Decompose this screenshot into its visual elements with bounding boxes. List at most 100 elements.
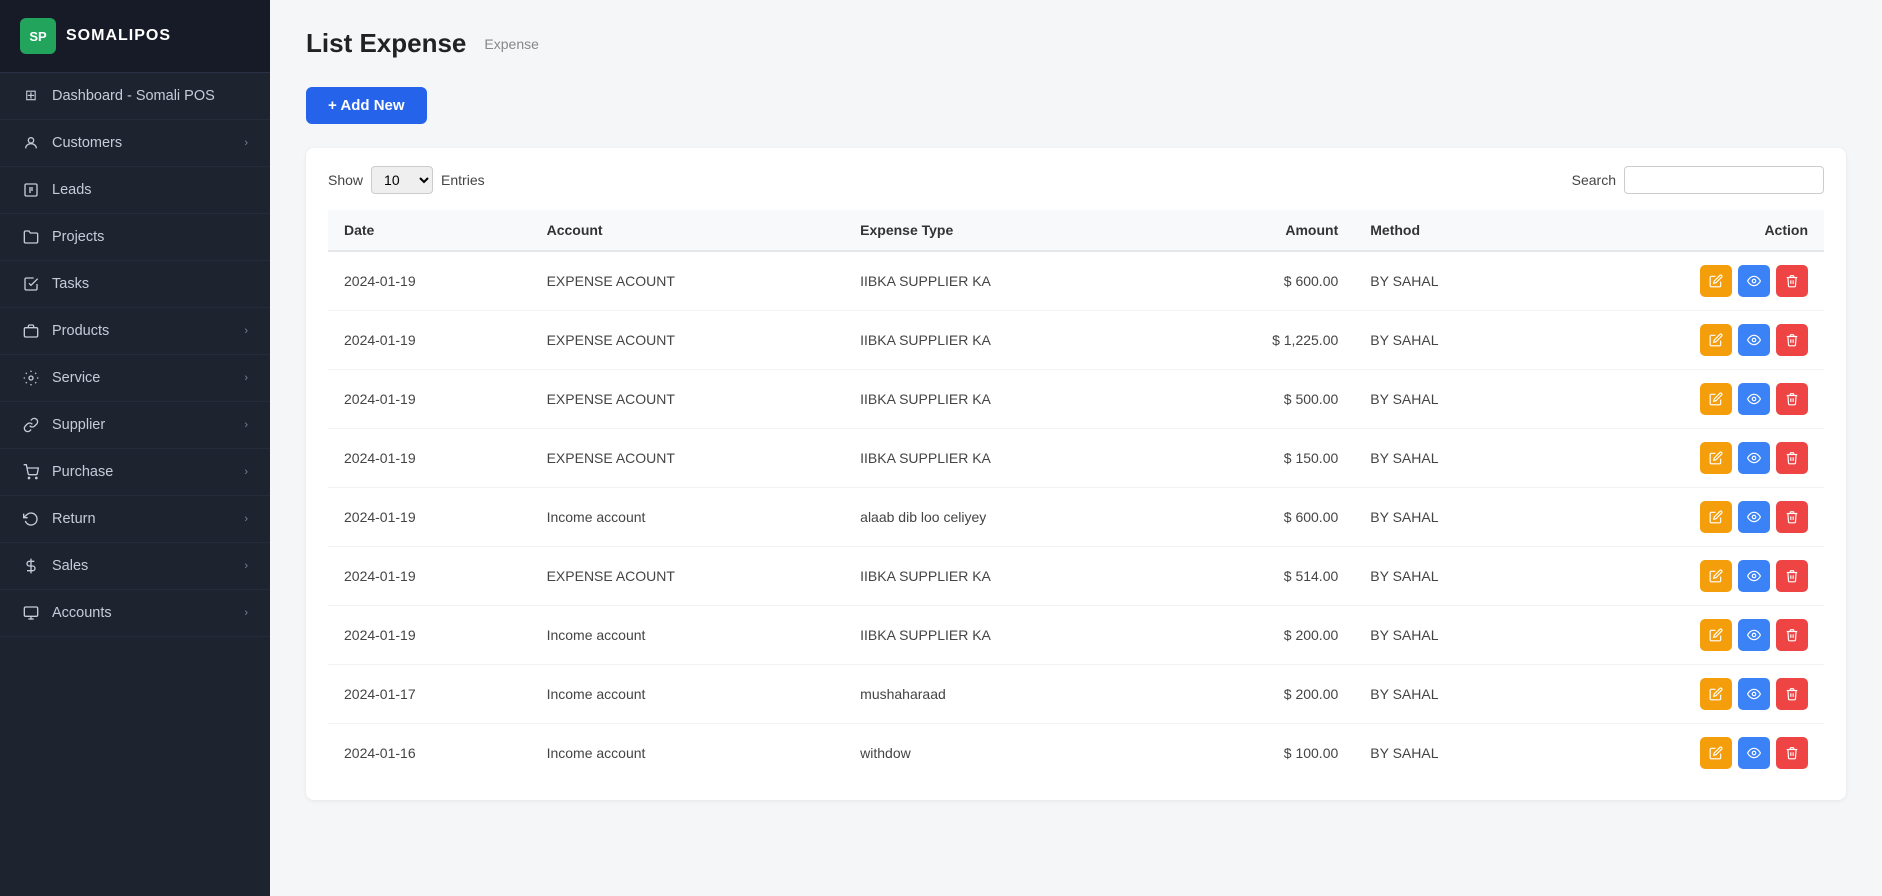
col-amount: Amount <box>1162 210 1354 251</box>
sidebar-item-projects[interactable]: Projects <box>0 214 270 261</box>
cell-amount: $ 514.00 <box>1162 547 1354 606</box>
main-content: List Expense Expense + Add New Show 10 2… <box>270 0 1882 896</box>
cell-actions <box>1550 606 1824 665</box>
sidebar-label-customers: Customers <box>52 135 122 151</box>
view-button[interactable] <box>1738 737 1770 769</box>
chevron-right-icon: › <box>244 607 248 619</box>
table-row: 2024-01-19 EXPENSE ACOUNT IIBKA SUPPLIER… <box>328 429 1824 488</box>
view-button[interactable] <box>1738 383 1770 415</box>
entries-label: Entries <box>441 172 485 188</box>
edit-button[interactable] <box>1700 442 1732 474</box>
cell-date: 2024-01-19 <box>328 488 531 547</box>
edit-button[interactable] <box>1700 619 1732 651</box>
view-button[interactable] <box>1738 324 1770 356</box>
chevron-right-icon: › <box>244 513 248 525</box>
cell-actions <box>1550 547 1824 606</box>
sidebar-item-sales[interactable]: Sales › <box>0 543 270 590</box>
sidebar: SP SOMALIPOS ⊞ Dashboard - Somali POS Cu… <box>0 0 270 896</box>
delete-button[interactable] <box>1776 265 1808 297</box>
edit-button[interactable] <box>1700 324 1732 356</box>
sidebar-item-dashboard[interactable]: ⊞ Dashboard - Somali POS <box>0 73 270 120</box>
edit-button[interactable] <box>1700 383 1732 415</box>
products-icon <box>22 322 40 340</box>
cell-amount: $ 200.00 <box>1162 665 1354 724</box>
table-row: 2024-01-16 Income account withdow $ 100.… <box>328 724 1824 783</box>
search-label: Search <box>1572 172 1616 188</box>
sidebar-item-purchase[interactable]: Purchase › <box>0 449 270 496</box>
sales-icon <box>22 557 40 575</box>
sidebar-item-tasks[interactable]: Tasks <box>0 261 270 308</box>
leads-icon <box>22 181 40 199</box>
delete-button[interactable] <box>1776 383 1808 415</box>
cell-expense-type: IIBKA SUPPLIER KA <box>844 251 1162 311</box>
cell-account: Income account <box>531 606 845 665</box>
view-button[interactable] <box>1738 501 1770 533</box>
return-icon <box>22 510 40 528</box>
view-button[interactable] <box>1738 265 1770 297</box>
delete-button[interactable] <box>1776 501 1808 533</box>
cell-date: 2024-01-19 <box>328 311 531 370</box>
sidebar-item-products[interactable]: Products › <box>0 308 270 355</box>
delete-button[interactable] <box>1776 737 1808 769</box>
edit-button[interactable] <box>1700 560 1732 592</box>
chevron-right-icon: › <box>244 466 248 478</box>
sidebar-item-service[interactable]: Service › <box>0 355 270 402</box>
view-button[interactable] <box>1738 619 1770 651</box>
cell-account: EXPENSE ACOUNT <box>531 429 845 488</box>
cell-expense-type: IIBKA SUPPLIER KA <box>844 606 1162 665</box>
cell-date: 2024-01-19 <box>328 606 531 665</box>
cell-method: BY SAHAL <box>1354 429 1550 488</box>
sidebar-item-return[interactable]: Return › <box>0 496 270 543</box>
table-row: 2024-01-19 Income account alaab dib loo … <box>328 488 1824 547</box>
delete-button[interactable] <box>1776 324 1808 356</box>
cell-expense-type: alaab dib loo celiyey <box>844 488 1162 547</box>
cell-expense-type: IIBKA SUPPLIER KA <box>844 547 1162 606</box>
sidebar-item-accounts[interactable]: Accounts › <box>0 590 270 637</box>
sidebar-label-products: Products <box>52 323 109 339</box>
cell-expense-type: IIBKA SUPPLIER KA <box>844 311 1162 370</box>
entries-select[interactable]: 10 25 50 100 <box>371 166 433 194</box>
edit-button[interactable] <box>1700 265 1732 297</box>
cell-account: EXPENSE ACOUNT <box>531 370 845 429</box>
sidebar-label-return: Return <box>52 511 96 527</box>
search-input[interactable] <box>1624 166 1824 194</box>
cell-method: BY SAHAL <box>1354 251 1550 311</box>
cell-account: EXPENSE ACOUNT <box>531 311 845 370</box>
logo-badge: SP <box>20 18 56 54</box>
sidebar-item-supplier[interactable]: Supplier › <box>0 402 270 449</box>
cell-actions <box>1550 429 1824 488</box>
view-button[interactable] <box>1738 442 1770 474</box>
cell-amount: $ 150.00 <box>1162 429 1354 488</box>
chevron-right-icon: › <box>244 325 248 337</box>
cell-expense-type: IIBKA SUPPLIER KA <box>844 429 1162 488</box>
cell-method: BY SAHAL <box>1354 606 1550 665</box>
cell-method: BY SAHAL <box>1354 665 1550 724</box>
edit-button[interactable] <box>1700 737 1732 769</box>
delete-button[interactable] <box>1776 442 1808 474</box>
delete-button[interactable] <box>1776 560 1808 592</box>
table-row: 2024-01-19 EXPENSE ACOUNT IIBKA SUPPLIER… <box>328 547 1824 606</box>
edit-button[interactable] <box>1700 678 1732 710</box>
view-button[interactable] <box>1738 560 1770 592</box>
delete-button[interactable] <box>1776 619 1808 651</box>
edit-button[interactable] <box>1700 501 1732 533</box>
sidebar-label-leads: Leads <box>52 182 92 198</box>
view-button[interactable] <box>1738 678 1770 710</box>
cell-account: Income account <box>531 665 845 724</box>
sidebar-label-accounts: Accounts <box>52 605 112 621</box>
delete-button[interactable] <box>1776 678 1808 710</box>
col-method: Method <box>1354 210 1550 251</box>
cell-method: BY SAHAL <box>1354 724 1550 783</box>
page-title: List Expense <box>306 28 466 59</box>
add-new-button[interactable]: + Add New <box>306 87 427 124</box>
cell-amount: $ 600.00 <box>1162 251 1354 311</box>
chevron-right-icon: › <box>244 137 248 149</box>
service-icon <box>22 369 40 387</box>
cell-account: EXPENSE ACOUNT <box>531 547 845 606</box>
cell-date: 2024-01-19 <box>328 547 531 606</box>
sidebar-item-leads[interactable]: Leads <box>0 167 270 214</box>
sidebar-label-sales: Sales <box>52 558 88 574</box>
sidebar-item-customers[interactable]: Customers › <box>0 120 270 167</box>
cell-method: BY SAHAL <box>1354 488 1550 547</box>
table-header-row: Date Account Expense Type Amount Method … <box>328 210 1824 251</box>
